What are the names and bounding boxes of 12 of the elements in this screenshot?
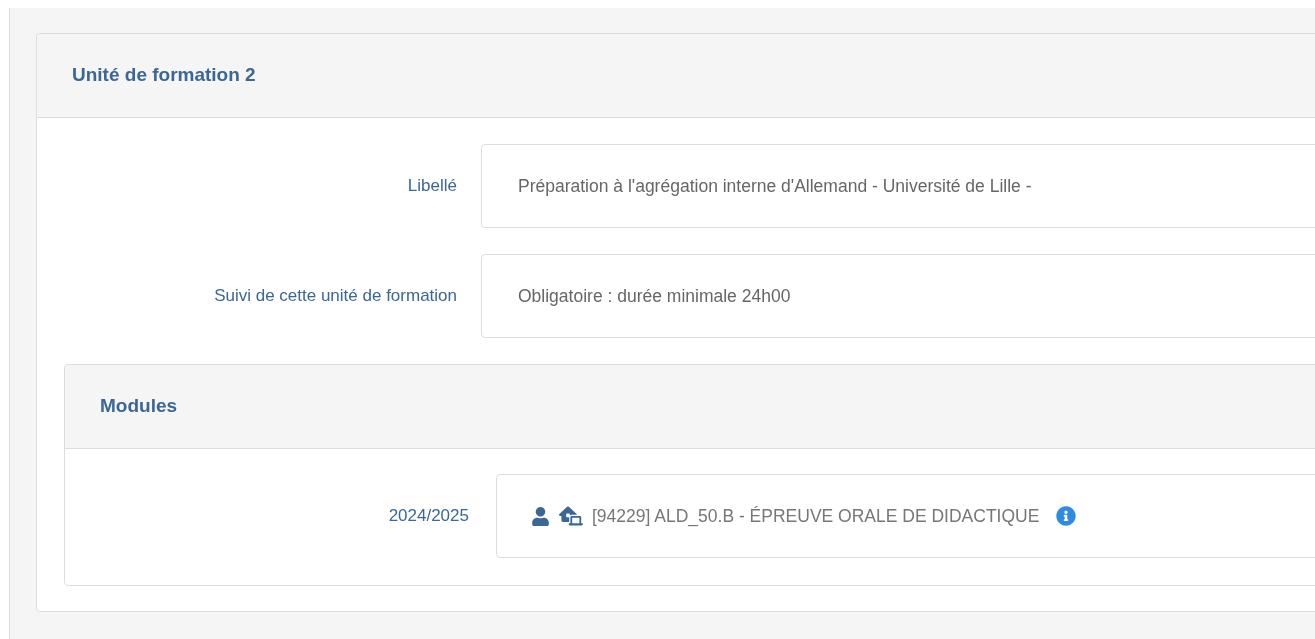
- year-label: 2024/2025: [388, 505, 469, 528]
- text-field[interactable]: Obligatoire : durée minimale 24h00: [481, 254, 1315, 338]
- module-field[interactable]: [94229] ALD_50.B - ÉPREUVE ORALE DE DIDACTIQUE: [496, 474, 1315, 558]
- field-label: Libellé: [407, 175, 457, 198]
- text-field[interactable]: Préparation à l'agrégation interne d'Allemand - Université de Lille -: [481, 144, 1315, 228]
- panel-title: Unité de formation 2: [72, 63, 256, 88]
- field-label: Suivi de cette unité de formation: [214, 285, 457, 308]
- info-icon[interactable]: [1056, 506, 1077, 526]
- module-name: [94229] ALD_50.B - ÉPREUVE ORALE DE DIDACTIQUE: [592, 504, 1040, 529]
- house-laptop-icon: [559, 505, 583, 527]
- user-icon: [531, 506, 550, 526]
- modules-title: Modules: [100, 394, 178, 419]
